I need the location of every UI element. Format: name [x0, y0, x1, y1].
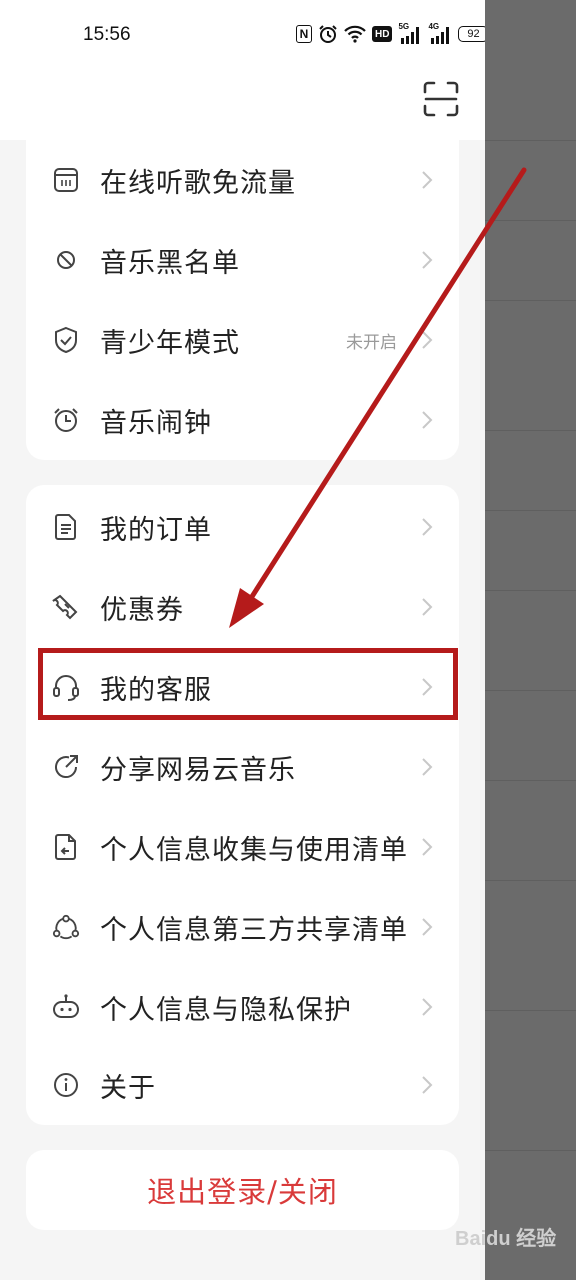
hd-icon: HD: [372, 26, 393, 42]
chevron-right-icon: [422, 411, 433, 429]
alarm-clock-icon: [52, 406, 80, 434]
menu-item-label: 音乐黑名单: [100, 247, 240, 279]
menu-item-personal-info-collection[interactable]: 个人信息收集与使用清单: [26, 807, 459, 887]
menu-item-label: 青少年模式: [100, 327, 240, 359]
logout-card: 退出登录/关闭: [26, 1150, 459, 1230]
side-drawer: 15:56 N HD 5G 4G 92 在线听歌免流量 音乐黑名单 青少年模式 …: [0, 0, 485, 1280]
block-icon: [52, 246, 80, 274]
share-nodes-icon: [52, 913, 80, 941]
chevron-right-icon: [422, 171, 433, 189]
signal-4g-icon: 4G: [428, 22, 452, 44]
teen-mode-status: 未开启: [346, 332, 397, 353]
chevron-right-icon: [422, 758, 433, 776]
signal-5g-icon: 5G: [398, 22, 422, 44]
nfc-icon: N: [296, 25, 312, 43]
robot-privacy-icon: [52, 993, 80, 1021]
info-icon: [52, 1071, 80, 1099]
menu-item-teen-mode[interactable]: 青少年模式 未开启: [26, 300, 459, 380]
settings-group-2: 我的订单 优惠券 我的客服 分享网易云音乐 个人信息收集与使用清单 个人信息第三…: [26, 485, 459, 1125]
battery-icon: 92: [458, 24, 485, 44]
chevron-right-icon: [422, 598, 433, 616]
menu-item-label: 在线听歌免流量: [100, 167, 296, 199]
status-time: 15:56: [83, 24, 131, 45]
menu-item-share[interactable]: 分享网易云音乐: [26, 727, 459, 807]
menu-item-privacy[interactable]: 个人信息与隐私保护: [26, 967, 459, 1047]
shield-check-icon: [52, 326, 80, 354]
menu-item-label: 关于: [100, 1072, 156, 1104]
menu-item-alarm[interactable]: 音乐闹钟: [26, 380, 459, 460]
menu-item-label: 个人信息收集与使用清单: [100, 834, 408, 866]
alarm-icon: [318, 24, 338, 44]
menu-item-third-party-sharing[interactable]: 个人信息第三方共享清单: [26, 887, 459, 967]
scan-icon: [423, 81, 459, 117]
ticket-icon: [52, 593, 80, 621]
logout-button[interactable]: 退出登录/关闭: [26, 1150, 459, 1230]
menu-item-label: 个人信息与隐私保护: [100, 994, 352, 1026]
chevron-right-icon: [422, 331, 433, 349]
menu-item-coupons[interactable]: 优惠券: [26, 567, 459, 647]
menu-item-label: 优惠券: [100, 594, 184, 626]
share-icon: [52, 753, 80, 781]
menu-item-free-data[interactable]: 在线听歌免流量: [26, 140, 459, 220]
menu-item-label: 我的订单: [100, 514, 212, 546]
menu-item-label: 个人信息第三方共享清单: [100, 914, 408, 946]
dimmed-background[interactable]: [485, 0, 576, 1280]
calendar-card-icon: [52, 166, 80, 194]
status-icons: N HD 5G 4G 92: [296, 22, 485, 44]
chevron-right-icon: [422, 998, 433, 1016]
chevron-right-icon: [422, 518, 433, 536]
menu-item-blacklist[interactable]: 音乐黑名单: [26, 220, 459, 300]
watermark: Baidu 经验: [455, 1228, 557, 1250]
menu-item-about[interactable]: 关于: [26, 1045, 459, 1125]
chevron-right-icon: [422, 1076, 433, 1094]
chevron-right-icon: [422, 918, 433, 936]
chevron-right-icon: [422, 838, 433, 856]
settings-group-1: 在线听歌免流量 音乐黑名单 青少年模式 未开启 音乐闹钟: [26, 120, 459, 460]
status-bar: 15:56 N HD 5G 4G 92: [0, 0, 485, 70]
menu-item-label: 音乐闹钟: [100, 407, 212, 439]
menu-item-label: 分享网易云音乐: [100, 754, 296, 786]
file-return-icon: [52, 833, 80, 861]
highlight-box: [38, 648, 458, 720]
scan-button[interactable]: [422, 80, 460, 118]
order-document-icon: [52, 513, 80, 541]
wifi-icon: [344, 24, 366, 44]
chevron-right-icon: [422, 251, 433, 269]
menu-item-orders[interactable]: 我的订单: [26, 487, 459, 567]
